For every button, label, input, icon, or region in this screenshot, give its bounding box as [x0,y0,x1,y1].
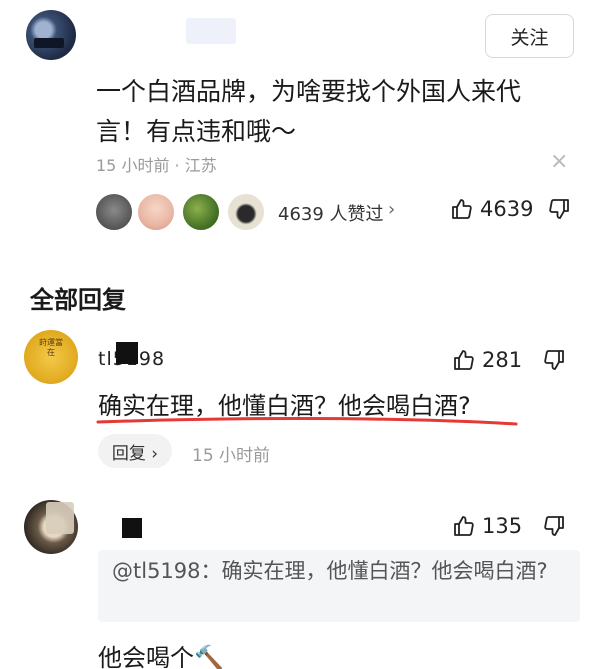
post-vote-controls: 4639 [450,197,571,221]
avatar-redacted [46,502,74,534]
reply-username[interactable] [98,512,117,539]
likers-count-link[interactable]: 4639 人赞过 [278,200,384,226]
thumbs-down-icon[interactable] [542,348,566,372]
author-avatar[interactable] [26,10,76,60]
thumbs-down-icon[interactable] [542,514,566,538]
reply-like-count: 135 [482,514,523,538]
all-replies-title: 全部回复 [30,286,126,314]
post-like-count: 4639 [480,197,534,221]
author-name-redacted [186,18,236,44]
liker-avatar[interactable] [181,192,221,232]
name-censor-block [122,518,142,538]
liker-avatar[interactable] [94,192,134,232]
thumbs-up-icon[interactable] [452,514,476,538]
reply-like-count: 281 [482,348,523,372]
reply-vote-controls: 281 [452,348,566,372]
red-underline-annotation [96,417,518,426]
section-divider [0,256,600,266]
avatar-lettering: 莳運當在 [39,338,63,357]
quoted-reply-text: @tl5198：确实在理，他懂白酒？他会喝白酒? [112,559,548,583]
thumbs-down-icon[interactable] [547,197,571,221]
reply-button[interactable]: 回复 › [98,434,172,468]
reply-time: 15 小时前 [192,446,271,466]
thumbs-up-icon[interactable] [452,348,476,372]
follow-button[interactable]: 关注 [485,14,574,58]
reply-text: 他会喝个🔨 [98,644,224,669]
chevron-right-icon: › [388,199,396,220]
post-meta: 15 小时前 · 江苏 [96,156,217,175]
post-text: 一个白酒品牌，为啥要找个外国人来代言！有点违和哦～ [96,77,522,146]
close-icon[interactable]: × [550,149,568,174]
thumbs-up-icon[interactable] [450,197,474,221]
name-censor-block [116,342,138,364]
liker-avatar[interactable] [136,192,176,232]
reply-vote-controls: 135 [452,514,566,538]
liker-avatar[interactable] [226,192,266,232]
